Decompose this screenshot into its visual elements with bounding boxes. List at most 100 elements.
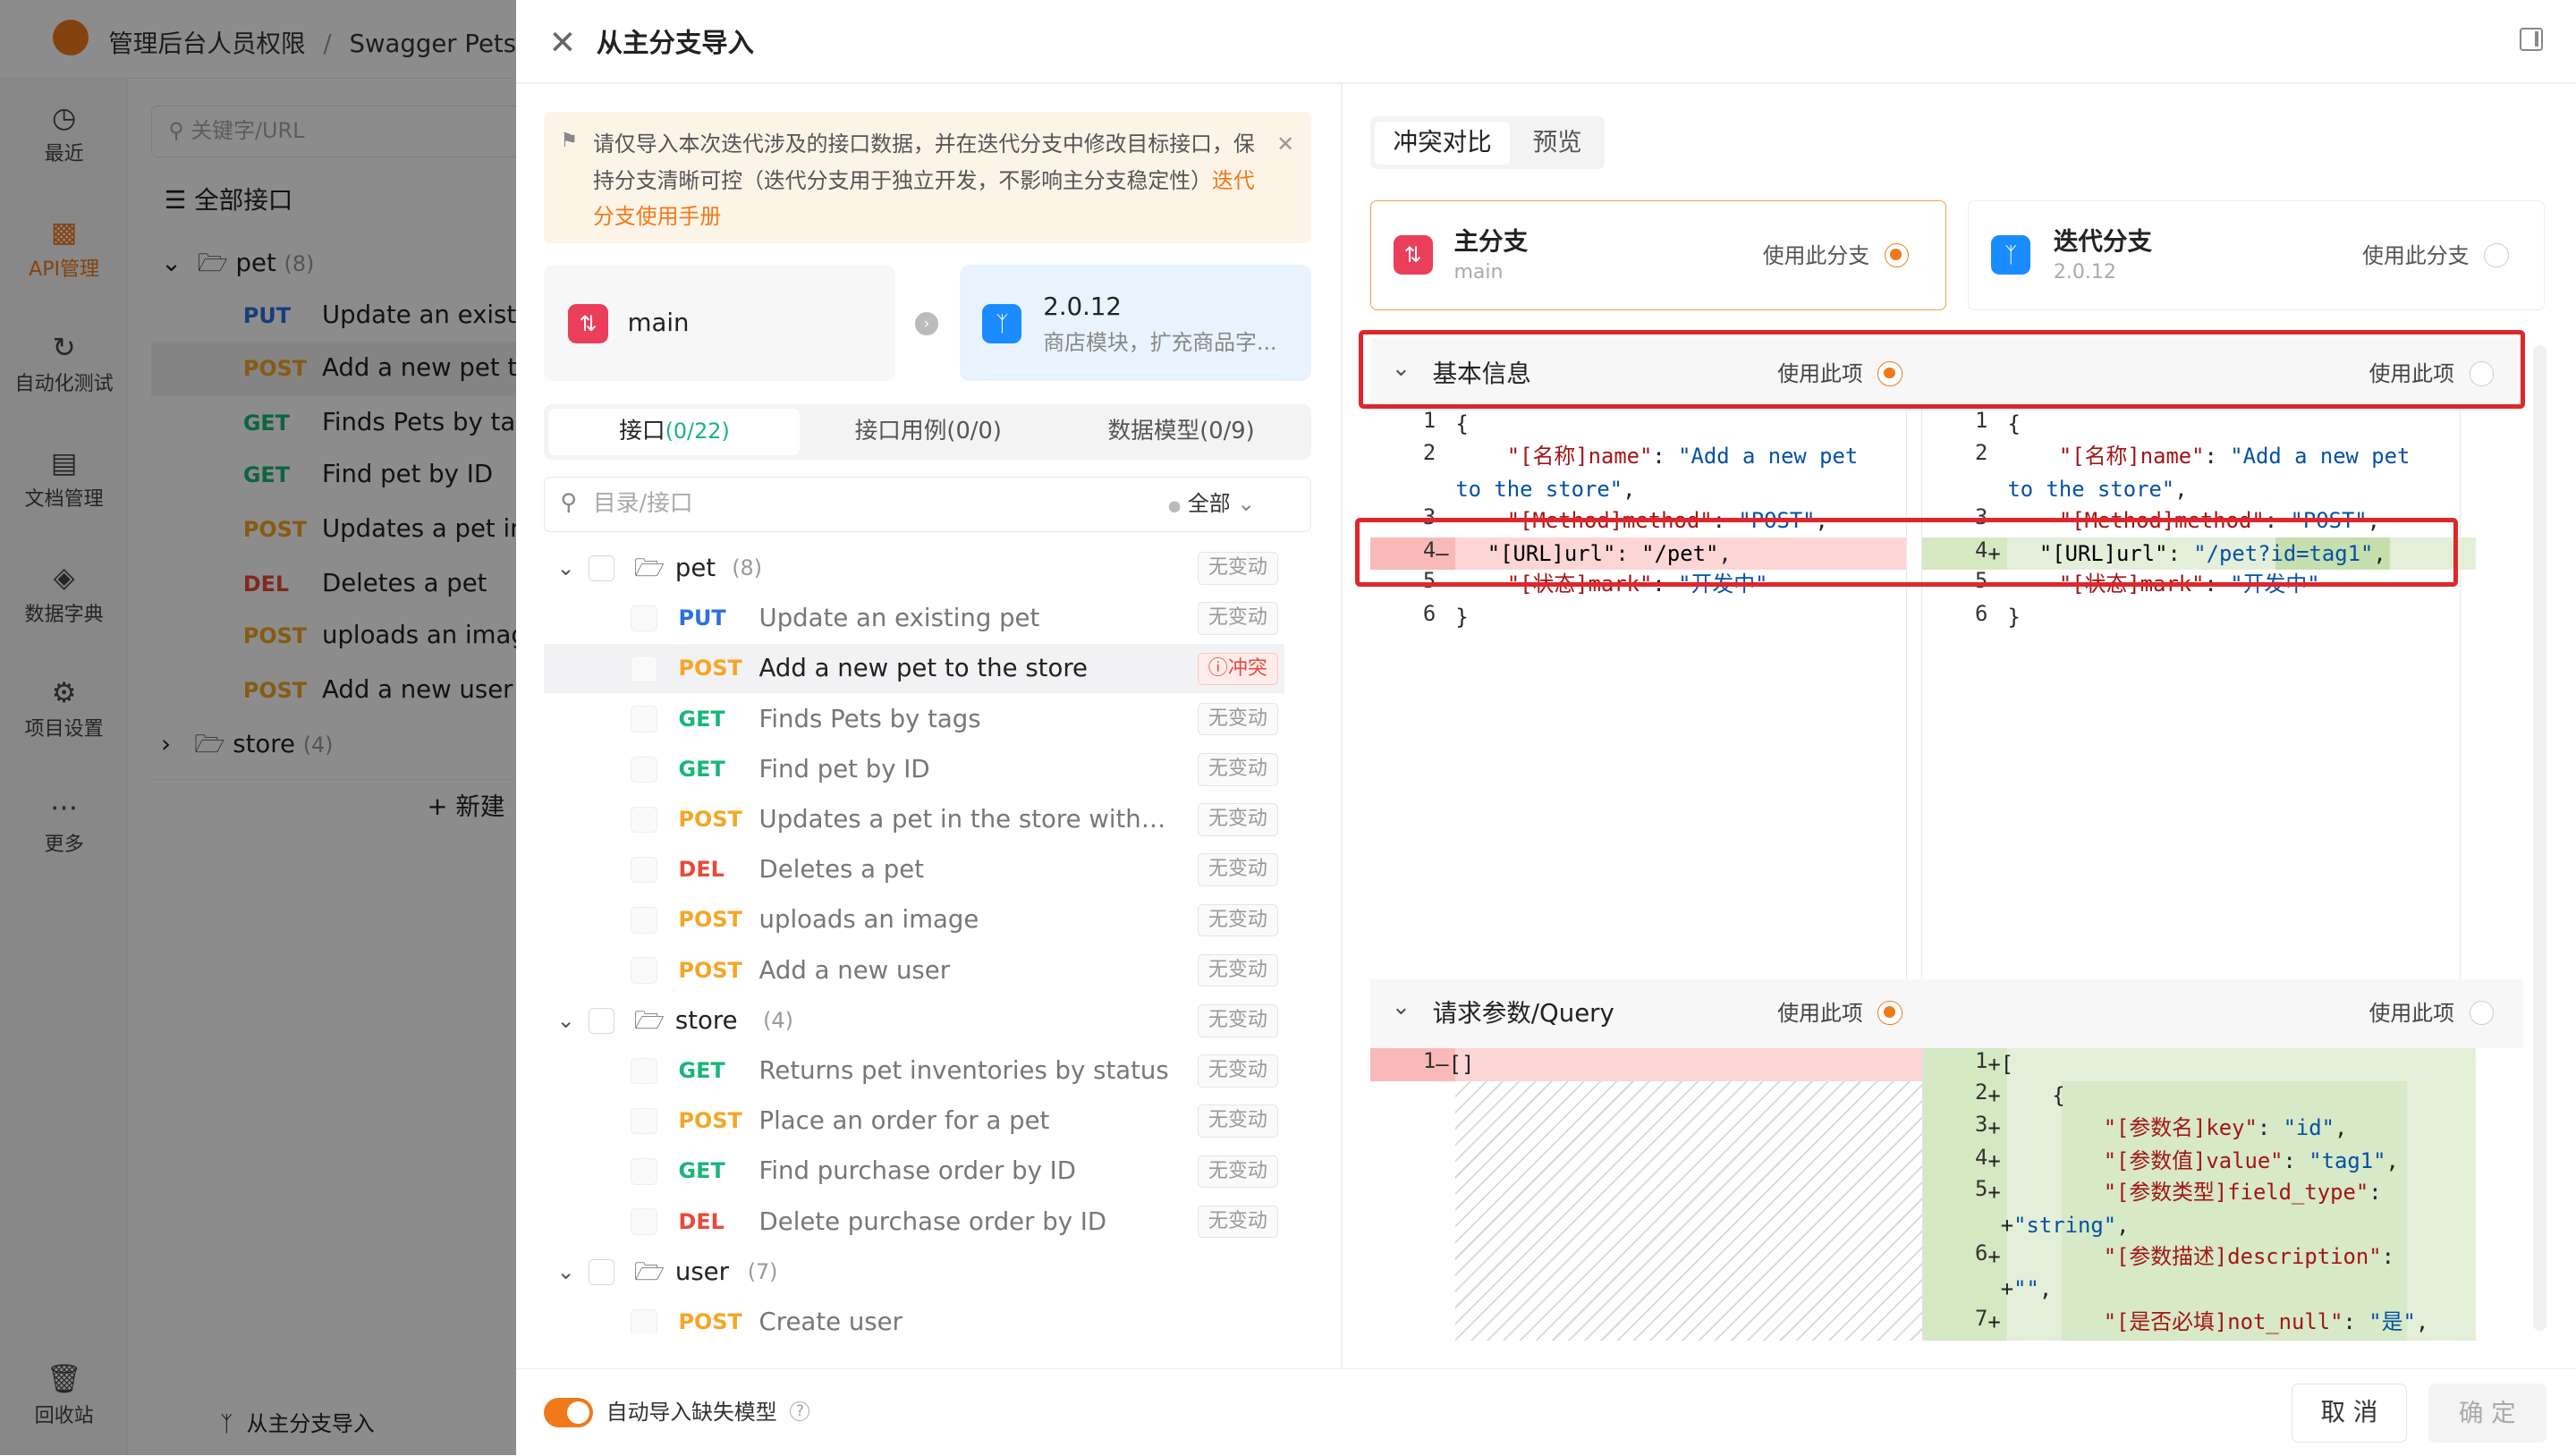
footer-bar bbox=[515, 1367, 2576, 1456]
status-badge: 无变动 bbox=[1197, 953, 1278, 987]
method-badge: GET bbox=[678, 1057, 725, 1083]
tree-api-row[interactable]: POST Add a new user 无变动 bbox=[544, 946, 1284, 995]
tree-api-row[interactable]: POST Place an order for a pet 无变动 bbox=[544, 1096, 1284, 1146]
api-name: Find purchase order by ID bbox=[758, 1156, 1077, 1186]
code-line: } bbox=[2007, 605, 2021, 631]
main-card-title: 主分支 bbox=[1453, 226, 1529, 256]
folder-count: (8) bbox=[732, 554, 763, 580]
code-line: + { bbox=[1987, 1082, 2065, 1108]
code-line: { bbox=[2007, 411, 2021, 436]
api-checkbox[interactable] bbox=[631, 957, 657, 984]
tab-conflict-compare[interactable]: 冲突对比 bbox=[1375, 121, 1510, 165]
folder-checkbox[interactable] bbox=[588, 1258, 614, 1285]
tree-api-row[interactable]: POST uploads an image 无变动 bbox=[544, 895, 1284, 944]
branch-icon: ᛉ bbox=[982, 303, 1022, 343]
close-icon[interactable]: ✕ bbox=[548, 23, 576, 63]
code-line: to the store", bbox=[2007, 476, 2188, 502]
tree-api-row[interactable]: DEL Delete purchase order by ID 无变动 bbox=[544, 1198, 1284, 1247]
line-number: 5 bbox=[1975, 1176, 1988, 1202]
folder-label: store bbox=[674, 1005, 738, 1035]
api-checkbox[interactable] bbox=[631, 907, 657, 934]
chevron-down-icon[interactable]: ⌄ bbox=[557, 1248, 575, 1297]
use-iter-radio[interactable] bbox=[2484, 242, 2509, 268]
api-checkbox[interactable] bbox=[631, 806, 657, 834]
api-name: Finds Pets by tags bbox=[758, 704, 981, 733]
sidebar-toggle-icon[interactable] bbox=[2520, 28, 2544, 51]
api-checkbox[interactable] bbox=[631, 1308, 657, 1336]
folder-checkbox[interactable] bbox=[588, 1007, 614, 1034]
chevron-down-icon[interactable]: ⌄ bbox=[557, 544, 575, 593]
code-line: "[名称]name": "Add a new pet bbox=[2058, 444, 2411, 470]
tree-api-row[interactable]: PUT Update an existing pet 无变动 bbox=[544, 594, 1284, 643]
api-name: Update an existing pet bbox=[758, 604, 1040, 633]
method-badge: DEL bbox=[678, 1208, 724, 1234]
tree-api-row[interactable]: DEL Deletes a pet 无变动 bbox=[544, 845, 1284, 894]
line-number: 2 bbox=[1975, 1079, 1988, 1105]
status-badge: 无变动 bbox=[1197, 1205, 1278, 1239]
column-divider bbox=[1340, 83, 1343, 1368]
merge-icon: ⇅ bbox=[568, 303, 608, 343]
highlight-box bbox=[1355, 517, 2458, 587]
status-badge: 无变动 bbox=[1197, 552, 1278, 585]
status-badge: 无变动 bbox=[1197, 602, 1278, 636]
api-checkbox[interactable] bbox=[631, 605, 657, 632]
notice-message: 请仅导入本次迭代涉及的接口数据，并在迭代分支中修改目标接口，保持分支清晰可控（迭… bbox=[593, 131, 1255, 193]
tab-count: (0/9) bbox=[1199, 418, 1255, 445]
api-checkbox[interactable] bbox=[631, 756, 657, 783]
tree-api-row[interactable]: POST Updates a pet in the store with for.… bbox=[544, 795, 1284, 844]
tree-folder-row[interactable]: ⌄ 🗁 pet (8) 无变动 bbox=[544, 544, 1284, 593]
api-checkbox[interactable] bbox=[631, 1208, 657, 1235]
tree-folder-row[interactable]: ⌄ 🗁 user (7) bbox=[544, 1248, 1284, 1297]
api-name: Deletes a pet bbox=[758, 855, 925, 885]
tree-api-row[interactable]: POST Add a new pet to the store ⓘ冲突 bbox=[543, 644, 1285, 694]
branch-icon: ᛉ bbox=[1991, 234, 2031, 275]
tree-api-row[interactable]: GET Returns pet inventories by status 无变动 bbox=[544, 1046, 1284, 1096]
code-line: +"", bbox=[1987, 1276, 2053, 1302]
tab-api-cases[interactable]: 接口用例(0/0) bbox=[805, 409, 1052, 454]
status-badge: 无变动 bbox=[1197, 1155, 1278, 1189]
query-use-iter-radio[interactable] bbox=[2469, 1000, 2495, 1026]
tree-folder-row[interactable]: ⌄ 🗁 store (4) 无变动 bbox=[544, 996, 1284, 1045]
cancel-button[interactable]: 取 消 bbox=[2292, 1383, 2407, 1443]
code-line: +"string", bbox=[1987, 1212, 2130, 1238]
auto-import-toggle[interactable] bbox=[543, 1398, 594, 1428]
code-line: + "[是否必填]not_null": "是", bbox=[1987, 1309, 2429, 1335]
diff-clip bbox=[1369, 1340, 2546, 1368]
tree-api-row[interactable]: GET Find purchase order by ID 无变动 bbox=[544, 1147, 1284, 1196]
tree-api-row[interactable]: GET Find pet by ID 无变动 bbox=[544, 745, 1284, 794]
iter-card-use-label: 使用此分支 bbox=[2362, 242, 2470, 268]
chevron-down-icon: ⌄ bbox=[1237, 491, 1256, 517]
query-section-title: 请求参数/Query bbox=[1432, 998, 1614, 1028]
tab-label: 接口用例 bbox=[854, 418, 947, 445]
status-badge: 无变动 bbox=[1197, 903, 1278, 937]
notice-close-icon[interactable]: ✕ bbox=[1276, 131, 1294, 157]
tab-preview[interactable]: 预览 bbox=[1514, 122, 1600, 165]
code-line: + "[参数描述]description": bbox=[1987, 1243, 2394, 1269]
method-badge: POST bbox=[678, 957, 742, 983]
tab-data-models[interactable]: 数据模型(0/9) bbox=[1056, 409, 1306, 454]
code-line: { bbox=[1455, 411, 1469, 436]
query-use-main-radio[interactable] bbox=[1877, 1000, 1902, 1026]
filter-dropdown[interactable]: ● 全部 ⌄ bbox=[1168, 489, 1255, 521]
code-line: +[ bbox=[1987, 1051, 2014, 1077]
merge-icon: ⇅ bbox=[1393, 234, 1433, 275]
api-checkbox[interactable] bbox=[631, 1057, 657, 1085]
api-checkbox[interactable] bbox=[631, 706, 657, 732]
api-checkbox[interactable] bbox=[631, 1108, 657, 1135]
diff-split-divider bbox=[1905, 411, 1922, 979]
query-use-main-label: 使用此项 bbox=[1777, 1000, 1863, 1026]
folder-checkbox[interactable] bbox=[588, 554, 614, 582]
api-name: uploads an image bbox=[758, 905, 979, 935]
code-line: + "[参数类型]field_type": bbox=[1987, 1180, 2382, 1206]
vertical-scrollbar[interactable] bbox=[2533, 344, 2546, 1331]
line-number: 1 bbox=[1422, 1047, 1436, 1073]
api-checkbox[interactable] bbox=[631, 656, 657, 682]
tab-api[interactable]: 接口(0/22) bbox=[548, 409, 801, 455]
tree-api-row[interactable]: GET Finds Pets by tags 无变动 bbox=[544, 695, 1284, 744]
confirm-button[interactable]: 确 定 bbox=[2428, 1383, 2546, 1443]
folder-count: (7) bbox=[747, 1258, 778, 1284]
chevron-down-icon[interactable]: ⌄ bbox=[557, 996, 575, 1045]
api-checkbox[interactable] bbox=[631, 1158, 657, 1185]
tab-count: (0/22) bbox=[665, 419, 730, 444]
api-checkbox[interactable] bbox=[631, 857, 657, 884]
